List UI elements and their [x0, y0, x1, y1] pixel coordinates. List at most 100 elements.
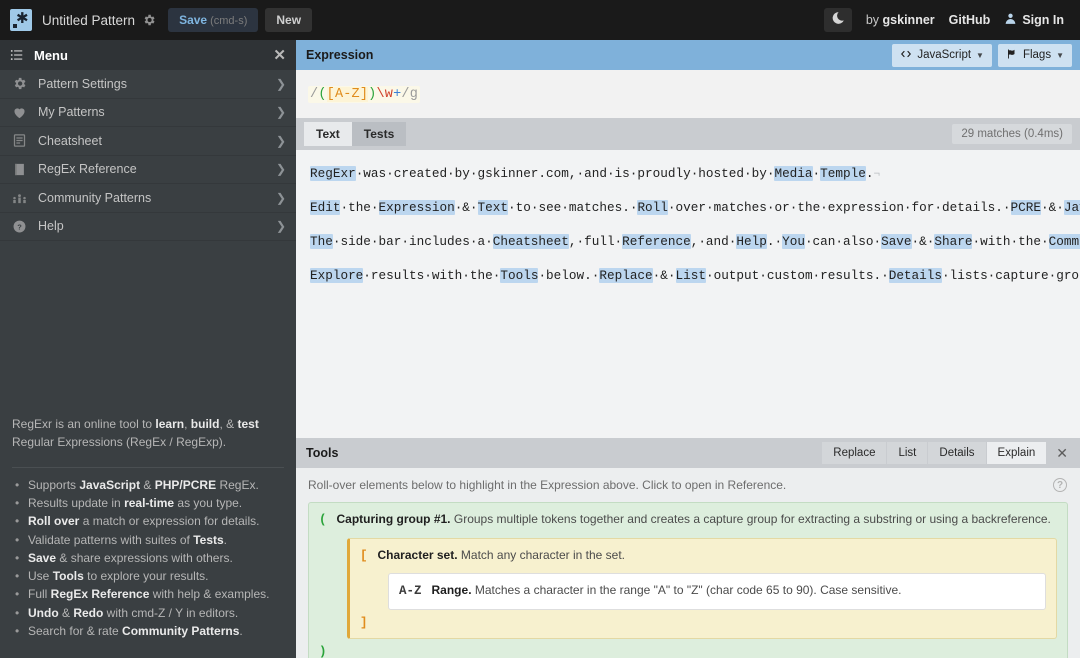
tab-tests[interactable]: Tests [351, 122, 407, 146]
chevron-right-icon: ❯ [275, 105, 286, 120]
text-editor[interactable]: RegExr·was·created·by·gskinner.com,·and·… [296, 150, 1080, 438]
save-label: Save [179, 13, 208, 27]
match-highlight: JavaScript [1063, 200, 1080, 216]
text-segment: ·&· [454, 200, 478, 216]
sidebar-feature-list: Supports JavaScript & PHP/PCRE RegEx.Res… [0, 470, 296, 658]
match-highlight: Explore [310, 268, 364, 284]
sidebar-item-label: Pattern Settings [38, 76, 127, 91]
top-bar: ✱ Untitled Pattern Save (cmd-s) New by gs… [0, 0, 1080, 40]
help-circle-icon[interactable]: ? [1053, 478, 1067, 492]
moon-icon [831, 11, 845, 30]
match-highlight: The [310, 234, 333, 250]
github-link[interactable]: GitHub [949, 13, 991, 27]
top-bar-right: by gskinner GitHub Sign In [823, 8, 1070, 32]
expression-token: [ [326, 87, 335, 102]
sidebar-item-cheatsheet[interactable]: Cheatsheet ❯ [0, 127, 296, 156]
text-segment: ·was·created·by·gskinner.com,·and·is·pro… [355, 166, 775, 181]
caret-down-icon: ▼ [1056, 50, 1064, 60]
cheatsheet-icon [10, 133, 28, 148]
flags-dropdown[interactable]: Flags ▼ [997, 43, 1072, 67]
app-body: Menu ✕ Pattern Settings ❯ My Patterns ❯ [0, 40, 1080, 658]
expression-header: Expression JavaScript ▼ Flags ▼ [296, 40, 1080, 70]
sidebar-feature-item: Supports JavaScript & PHP/PCRE RegEx. [15, 476, 284, 494]
explain-charset-desc: Match any character in the set. [460, 547, 625, 562]
text-segment: ,·and· [690, 234, 737, 250]
match-highlight: Roll [637, 200, 668, 216]
flags-label: Flags [1022, 49, 1052, 61]
author-credit[interactable]: by gskinner [866, 13, 935, 27]
match-highlight: Tools [500, 268, 539, 284]
close-icon[interactable]: ✕ [273, 48, 286, 63]
explain-range-box[interactable]: A-Z Range. Matches a character in the ra… [388, 573, 1046, 610]
explain-hint: Roll-over elements below to highlight in… [308, 478, 787, 492]
explain-group-title: Capturing group #1. [336, 512, 451, 526]
theme-toggle-button[interactable] [823, 8, 852, 32]
user-icon [1004, 12, 1017, 28]
expression-pattern[interactable]: /([A-Z])\w+/g [308, 86, 421, 103]
tools-panel: Tools Replace List Details Explain ✕ Rol… [296, 438, 1080, 658]
close-icon[interactable]: ✕ [1056, 445, 1068, 462]
explain-group-token: ( [319, 513, 327, 527]
text-segment: ·&· [1041, 200, 1064, 216]
match-count-badge: 29 matches (0.4ms) [952, 124, 1072, 144]
tool-tab-details[interactable]: Details [928, 442, 986, 464]
sidebar-item-pattern-settings[interactable]: Pattern Settings ❯ [0, 70, 296, 99]
code-icon [900, 48, 912, 63]
sidebar-item-help[interactable]: ? Help ❯ [0, 213, 296, 241]
expression-title: Expression [306, 48, 374, 62]
tool-tab-list[interactable]: List [887, 442, 928, 464]
text-paragraph: Explore·results·with·the·Tools·below.·Re… [310, 266, 1080, 286]
tool-tab-explain[interactable]: Explain [986, 442, 1047, 464]
expression-token: / [401, 87, 410, 102]
pattern-title: Untitled Pattern [42, 12, 136, 28]
match-highlight: Edit [310, 200, 341, 216]
help-circle-icon: ? [10, 219, 28, 234]
tool-tab-replace[interactable]: Replace [822, 442, 887, 464]
sidebar-item-community-patterns[interactable]: Community Patterns ❯ [0, 184, 296, 213]
sidebar-menu: Pattern Settings ❯ My Patterns ❯ Cheatsh… [0, 70, 296, 241]
explain-charset-box[interactable]: [ Character set. Match any character in … [347, 537, 1057, 639]
explain-range-token: A-Z [399, 584, 422, 598]
match-highlight: You [782, 234, 805, 250]
text-segment: ,·full· [568, 234, 623, 250]
chevron-right-icon: ❯ [275, 162, 286, 177]
explain-range-row: A-Z Range. Matches a character in the ra… [399, 582, 1035, 601]
chevron-right-icon: ❯ [275, 76, 286, 91]
sidebar-title: Menu [34, 47, 68, 63]
match-highlight: Reference [622, 234, 691, 250]
chevron-right-icon: ❯ [275, 219, 286, 234]
regexr-app: ✱ Untitled Pattern Save (cmd-s) New by gs… [0, 0, 1080, 658]
match-highlight: Cheatsheet [492, 234, 569, 250]
match-highlight: List [675, 268, 706, 284]
text-segment: ·side·bar·includes·a· [332, 234, 493, 250]
list-icon [10, 48, 24, 62]
tab-text[interactable]: Text [304, 122, 352, 146]
sidebar-item-regex-reference[interactable]: RegEx Reference ❯ [0, 156, 296, 184]
text-segment: ·can·also· [804, 234, 882, 250]
expression-token: g [409, 87, 419, 102]
match-time: (0.4ms) [1024, 128, 1063, 140]
match-count: 29 matches [961, 128, 1021, 140]
sidebar-item-my-patterns[interactable]: My Patterns ❯ [0, 99, 296, 127]
text-paragraph: The·side·bar·includes·a·Cheatsheet,·full… [310, 232, 1080, 252]
explain-group-box[interactable]: ( Capturing group #1. Groups multiple to… [308, 502, 1068, 658]
text-paragraph: Edit·the·Expression·&·Text·to·see·matche… [310, 198, 1080, 218]
text-segment: · [812, 166, 821, 181]
flavor-dropdown[interactable]: JavaScript ▼ [892, 43, 992, 67]
sidebar-feature-item: Results update in real-time as you type. [15, 494, 284, 512]
flag-icon [1006, 48, 1018, 63]
gear-icon[interactable] [142, 13, 156, 27]
expression-editor[interactable]: /([A-Z])\w+/g [296, 70, 1080, 118]
expression-token: ( [318, 87, 327, 102]
sign-in-button[interactable]: Sign In [1004, 12, 1064, 28]
app-logo-icon: ✱ [10, 9, 32, 31]
save-button[interactable]: Save (cmd-s) [168, 8, 259, 32]
new-button[interactable]: New [265, 8, 313, 32]
community-icon [10, 190, 28, 205]
match-highlight: Temple [820, 166, 866, 181]
explain-panel: Roll-over elements below to highlight in… [296, 468, 1080, 658]
sidebar-item-label: Help [38, 219, 64, 234]
text-segment: ·below.· [538, 268, 600, 284]
chevron-right-icon: ❯ [275, 133, 286, 148]
sidebar-feature-item: Roll over a match or expression for deta… [15, 512, 284, 530]
